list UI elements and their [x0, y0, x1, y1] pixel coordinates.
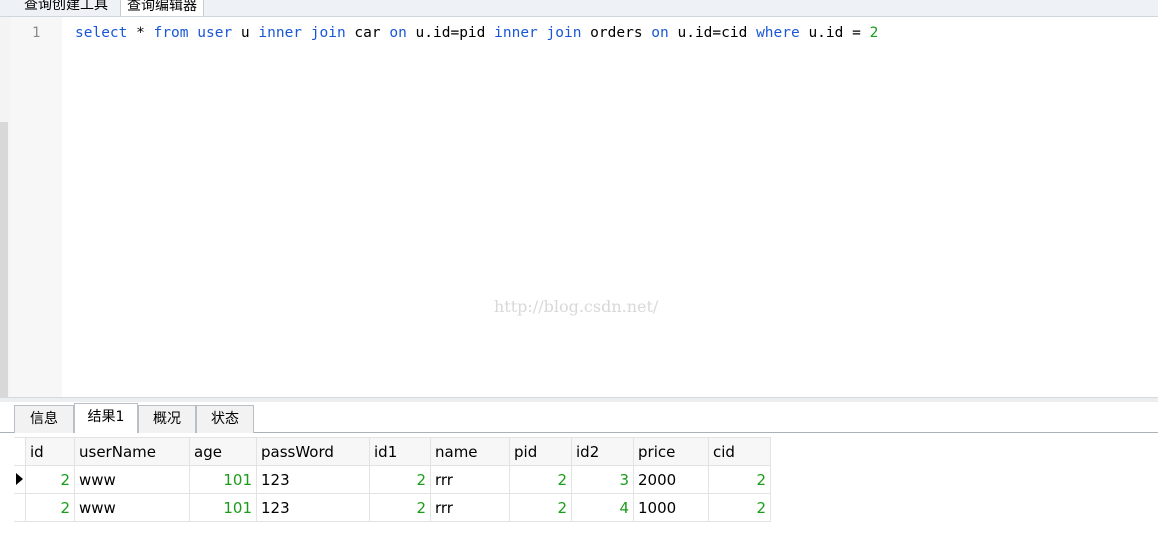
sql-keyword: on	[651, 25, 669, 41]
sql-keyword: inner	[494, 25, 538, 41]
sql-keyword: join	[546, 25, 582, 41]
sql-text: car	[345, 25, 390, 41]
column-header-id[interactable]: id	[25, 437, 75, 466]
row-pointer-icon	[16, 472, 23, 485]
cell-password[interactable]: 123	[256, 493, 370, 522]
tab-profile[interactable]: 概况	[138, 405, 196, 433]
cell-name[interactable]: rrr	[430, 493, 510, 522]
row-indicator-header	[14, 437, 26, 466]
cell-id[interactable]: 2	[25, 493, 75, 522]
cell-cid[interactable]: 2	[708, 493, 771, 522]
watermark: http://blog.csdn.net/	[494, 297, 659, 316]
sql-keyword: on	[389, 25, 407, 41]
sql-keyword: user	[197, 25, 233, 41]
cell-age[interactable]: 101	[189, 493, 257, 522]
line-number-gutter: 1	[10, 17, 62, 397]
cell-id[interactable]: 2	[25, 465, 75, 494]
sql-keyword: join	[310, 25, 346, 41]
tab-info[interactable]: 信息	[14, 405, 74, 433]
sql-keyword: from	[153, 25, 189, 41]
tab-query-editor[interactable]: 查询编辑器	[120, 0, 204, 16]
column-header-name[interactable]: name	[430, 437, 510, 466]
cell-cid[interactable]: 2	[708, 465, 771, 494]
sql-number: 2	[869, 25, 879, 41]
column-header-price[interactable]: price	[633, 437, 709, 466]
column-header-id1[interactable]: id1	[369, 437, 431, 466]
cell-price[interactable]: 1000	[633, 493, 709, 522]
current-row-indicator	[14, 465, 26, 494]
cell-password[interactable]: 123	[256, 465, 370, 494]
query-tab-strip: 查询创建工具 查询编辑器	[0, 0, 1158, 17]
sql-keyword: select	[75, 25, 128, 41]
column-header-age[interactable]: age	[189, 437, 257, 466]
line-number: 1	[32, 25, 41, 41]
sql-text: orders	[581, 25, 652, 41]
cell-pid[interactable]: 2	[509, 465, 572, 494]
cell-price[interactable]: 2000	[633, 465, 709, 494]
cell-username[interactable]: www	[74, 465, 190, 494]
column-header-password[interactable]: passWord	[256, 437, 370, 466]
column-header-cid[interactable]: cid	[708, 437, 771, 466]
sql-text: u.id =	[799, 25, 870, 41]
table-row[interactable]: 2 www 101 123 2 rrr 2 4 1000 2	[14, 493, 771, 522]
row-indicator	[14, 493, 26, 522]
tab-status[interactable]: 状态	[196, 405, 254, 433]
result-grid[interactable]: id userName age passWord id1 name pid id…	[14, 437, 771, 522]
left-panel-edge	[0, 17, 10, 397]
cell-pid[interactable]: 2	[509, 493, 572, 522]
tab-query-builder[interactable]: 查询创建工具	[18, 0, 114, 16]
cell-name[interactable]: rrr	[430, 465, 510, 494]
sql-text: u	[232, 25, 259, 41]
column-header-id2[interactable]: id2	[571, 437, 634, 466]
cell-id2[interactable]: 4	[571, 493, 634, 522]
sql-text: u.id=cid	[668, 25, 757, 41]
sql-editor[interactable]: 1 select * from user u inner join car on…	[10, 17, 1158, 397]
table-row[interactable]: 2 www 101 123 2 rrr 2 3 2000 2	[14, 465, 771, 494]
sql-keyword: inner	[258, 25, 303, 41]
column-header-pid[interactable]: pid	[509, 437, 572, 466]
sql-code-line[interactable]: select * from user u inner join car on u…	[75, 25, 878, 41]
cell-id1[interactable]: 2	[369, 465, 431, 494]
sql-text: *	[127, 25, 154, 41]
sql-text: u.id=pid	[406, 25, 495, 41]
cell-id2[interactable]: 3	[571, 465, 634, 494]
cell-id1[interactable]: 2	[369, 493, 431, 522]
cell-username[interactable]: www	[74, 493, 190, 522]
sql-keyword: where	[756, 25, 800, 41]
column-header-username[interactable]: userName	[74, 437, 190, 466]
cell-age[interactable]: 101	[189, 465, 257, 494]
tab-result-1[interactable]: 结果1	[74, 403, 138, 433]
left-panel-shade	[0, 122, 8, 397]
result-tab-strip: 信息 结果1 概况 状态	[0, 402, 1158, 433]
grid-header-row: id userName age passWord id1 name pid id…	[14, 437, 771, 466]
